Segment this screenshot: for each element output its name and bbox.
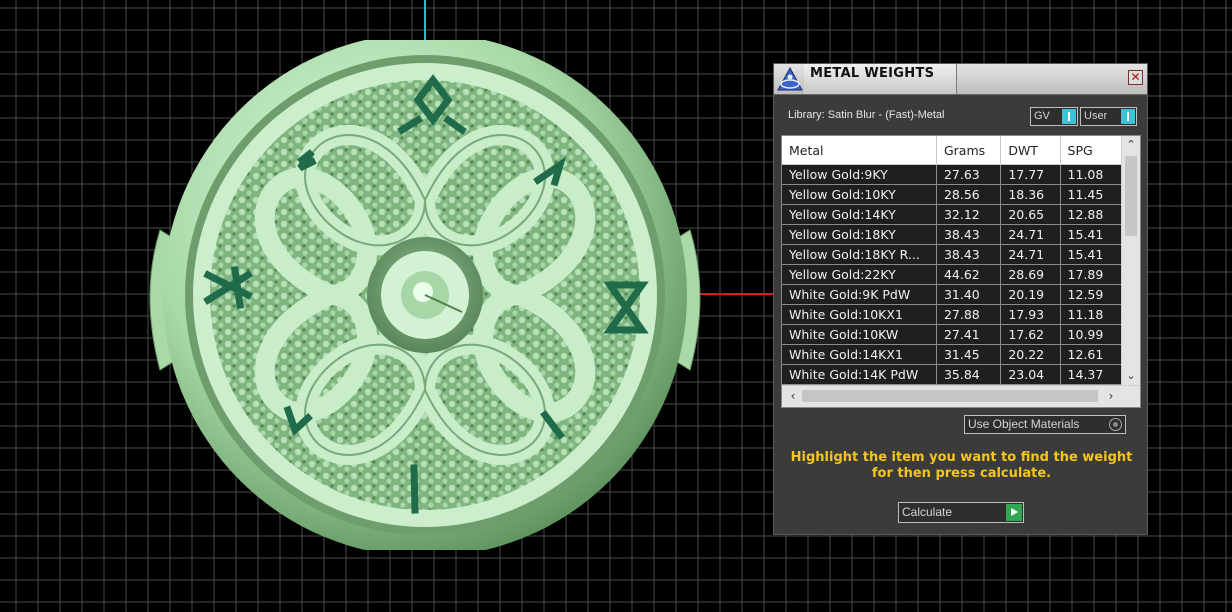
cell-dwt[interactable]: 28.69: [1000, 264, 1061, 285]
cell-spg[interactable]: 11.18: [1060, 304, 1122, 325]
vertical-scroll-thumb[interactable]: [1125, 156, 1137, 236]
cell-metal[interactable]: Yellow Gold:18KY: [782, 224, 937, 245]
scroll-down-icon[interactable]: ⌄: [1122, 367, 1140, 385]
close-icon[interactable]: ✕: [1128, 70, 1143, 85]
cell-metal[interactable]: White Gold:9K PdW: [782, 284, 937, 305]
table-row[interactable]: Yellow Gold:9KY 27.63 17.77 11.08: [782, 164, 1122, 185]
cell-grams[interactable]: 27.88: [936, 304, 1002, 325]
user-toggle[interactable]: User: [1080, 107, 1137, 126]
table-row[interactable]: White Gold:14KX1 31.45 20.22 12.61: [782, 344, 1122, 365]
cell-dwt[interactable]: 20.65: [1000, 204, 1061, 225]
cell-metal[interactable]: Yellow Gold:18KY R...: [782, 244, 937, 265]
calculate-label: Calculate: [902, 505, 953, 519]
table-row[interactable]: White Gold:10KX1 27.88 17.93 11.18: [782, 304, 1122, 325]
cell-spg[interactable]: 15.41: [1060, 224, 1122, 245]
cell-grams[interactable]: 27.41: [936, 324, 1002, 345]
instruction-text: Highlight the item you want to find the …: [790, 450, 1133, 481]
cell-metal[interactable]: Yellow Gold:10KY: [782, 184, 937, 205]
table-row[interactable]: Yellow Gold:22KY 44.62 28.69 17.89: [782, 264, 1122, 285]
table-row[interactable]: White Gold:14K PdW 35.84 23.04 14.37: [782, 364, 1122, 385]
cell-dwt[interactable]: 20.22: [1000, 344, 1061, 365]
cell-metal[interactable]: White Gold:10KX1: [782, 304, 937, 325]
cell-grams[interactable]: 35.84: [936, 364, 1002, 385]
cell-spg[interactable]: 12.61: [1060, 344, 1122, 365]
cell-spg[interactable]: 14.37: [1060, 364, 1122, 385]
cell-metal[interactable]: Yellow Gold:9KY: [782, 164, 937, 185]
calculate-button[interactable]: Calculate: [898, 502, 1024, 523]
column-header-dwt[interactable]: DWT: [1000, 136, 1061, 165]
horizontal-scroll-thumb[interactable]: [802, 390, 1098, 402]
cell-dwt[interactable]: 17.93: [1000, 304, 1061, 325]
horizontal-scrollbar[interactable]: ‹ ›: [782, 385, 1140, 407]
cell-spg[interactable]: 11.45: [1060, 184, 1122, 205]
table-row[interactable]: Yellow Gold:18KY R... 38.43 24.71 15.41: [782, 244, 1122, 265]
cell-grams[interactable]: 38.43: [936, 244, 1002, 265]
gv-toggle-knob: [1062, 109, 1076, 124]
gv-toggle-label: GV: [1034, 110, 1050, 122]
cell-grams[interactable]: 27.63: [936, 164, 1002, 185]
cell-dwt[interactable]: 23.04: [1000, 364, 1061, 385]
cell-grams[interactable]: 31.40: [936, 284, 1002, 305]
cell-spg[interactable]: 15.41: [1060, 244, 1122, 265]
use-object-materials-option[interactable]: Use Object Materials: [964, 415, 1126, 434]
table-header-row: Metal Grams DWT SPG: [782, 136, 1122, 165]
metal-weights-panel: METAL WEIGHTS ✕ Library: Satin Blur - (F…: [773, 63, 1148, 535]
cell-spg[interactable]: 12.88: [1060, 204, 1122, 225]
cell-spg[interactable]: 12.59: [1060, 284, 1122, 305]
cell-metal[interactable]: White Gold:14K PdW: [782, 364, 937, 385]
gv-toggle[interactable]: GV: [1030, 107, 1078, 126]
cell-dwt[interactable]: 17.62: [1000, 324, 1061, 345]
radio-icon[interactable]: [1109, 418, 1122, 431]
panel-title: METAL WEIGHTS: [810, 66, 935, 81]
column-header-spg[interactable]: SPG: [1060, 136, 1122, 165]
cell-dwt[interactable]: 17.77: [1000, 164, 1061, 185]
play-icon[interactable]: [1006, 504, 1022, 521]
cell-metal[interactable]: Yellow Gold:14KY: [782, 204, 937, 225]
cell-metal[interactable]: White Gold:10KW: [782, 324, 937, 345]
cell-grams[interactable]: 31.45: [936, 344, 1002, 365]
column-header-metal[interactable]: Metal: [782, 136, 937, 165]
table-row[interactable]: Yellow Gold:14KY 32.12 20.65 12.88: [782, 204, 1122, 225]
panel-titlebar[interactable]: METAL WEIGHTS ✕: [774, 64, 1147, 95]
cell-dwt[interactable]: 24.71: [1000, 244, 1061, 265]
cell-dwt[interactable]: 24.71: [1000, 224, 1061, 245]
vertical-scrollbar[interactable]: ⌃ ⌄: [1121, 136, 1140, 385]
user-toggle-knob: [1121, 109, 1135, 124]
library-label: Library: Satin Blur - (Fast)-Metal: [788, 109, 945, 121]
table-row[interactable]: White Gold:9K PdW 31.40 20.19 12.59: [782, 284, 1122, 305]
user-toggle-label: User: [1084, 110, 1108, 122]
table-row[interactable]: Yellow Gold:18KY 38.43 24.71 15.41: [782, 224, 1122, 245]
use-object-materials-label: Use Object Materials: [968, 417, 1080, 431]
3d-viewport[interactable]: METAL WEIGHTS ✕ Library: Satin Blur - (F…: [0, 0, 1232, 612]
cell-grams[interactable]: 28.56: [936, 184, 1002, 205]
cell-spg[interactable]: 17.89: [1060, 264, 1122, 285]
matrix-app-icon: [777, 66, 803, 91]
cell-spg[interactable]: 11.08: [1060, 164, 1122, 185]
cell-grams[interactable]: 38.43: [936, 224, 1002, 245]
cell-dwt[interactable]: 18.36: [1000, 184, 1061, 205]
pendant-model[interactable]: [140, 40, 710, 550]
table-row[interactable]: Yellow Gold:10KY 28.56 18.36 11.45: [782, 184, 1122, 205]
cell-dwt[interactable]: 20.19: [1000, 284, 1061, 305]
column-header-grams[interactable]: Grams: [936, 136, 1002, 165]
cell-spg[interactable]: 10.99: [1060, 324, 1122, 345]
scroll-up-icon[interactable]: ⌃: [1122, 136, 1140, 154]
metal-weights-table: Metal Grams DWT SPG Yellow Gold:9KY 27.63…: [781, 135, 1141, 408]
scroll-right-icon[interactable]: ›: [1102, 386, 1120, 406]
cell-metal[interactable]: Yellow Gold:22KY: [782, 264, 937, 285]
cell-grams[interactable]: 32.12: [936, 204, 1002, 225]
cell-metal[interactable]: White Gold:14KX1: [782, 344, 937, 365]
cell-grams[interactable]: 44.62: [936, 264, 1002, 285]
scroll-left-icon[interactable]: ‹: [784, 386, 802, 406]
table-row[interactable]: White Gold:10KW 27.41 17.62 10.99: [782, 324, 1122, 345]
